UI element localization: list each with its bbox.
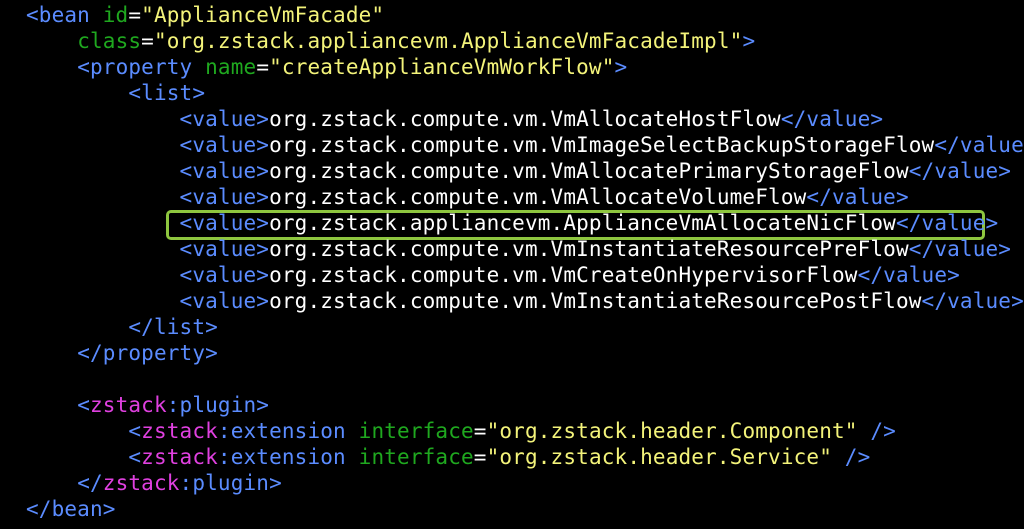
code-token-tag: <value> <box>179 263 270 287</box>
code-editor: <bean id="ApplianceVmFacade" class="org.… <box>0 0 1024 529</box>
code-token-tag: </value> <box>806 185 909 209</box>
code-token-tag: </bean> <box>26 497 116 521</box>
code-line: <zstack:extension interface="org.zstack.… <box>26 444 870 470</box>
code-token-tag: </list> <box>128 315 218 339</box>
code-token-text: org.zstack.compute.vm.VmCreateOnHypervis… <box>269 263 858 287</box>
code-token-tag: </value> <box>908 159 1012 183</box>
code-token-text: = <box>141 29 154 53</box>
code-line: <value>org.zstack.compute.vm.VmAllocateV… <box>26 184 909 210</box>
code-token-tag: </value> <box>780 107 884 131</box>
code-token-tag: </value> <box>908 237 1012 261</box>
code-token-text: = <box>128 3 142 27</box>
code-token-tag: <value> <box>179 289 270 313</box>
code-token-tag: <value> <box>179 211 270 235</box>
code-token-text: org.zstack.compute.vm.VmAllocateVolumeFl… <box>269 185 807 209</box>
code-line: <zstack:plugin> <box>26 392 269 418</box>
code-token-value: "ApplianceVmFacade" <box>141 3 385 27</box>
code-token-tag: :extension <box>217 445 359 469</box>
code-token-tag: :extension <box>217 419 359 443</box>
code-token-tag: <value> <box>179 133 270 157</box>
code-token-tag: <value> <box>179 159 270 183</box>
code-token-text: org.zstack.appliancevm.ApplianceVmAlloca… <box>269 211 896 235</box>
code-line: class="org.zstack.appliancevm.ApplianceV… <box>26 28 755 54</box>
code-token-text: org.zstack.compute.vm.VmImageSelectBacku… <box>269 133 935 157</box>
code-token-tag: > <box>742 29 756 53</box>
code-token-value: "createApplianceVmWorkFlow" <box>269 55 615 79</box>
code-token-tag: </value> <box>921 289 1024 313</box>
code-line: <property name="createApplianceVmWorkFlo… <box>26 54 627 80</box>
code-token-tag: <property <box>77 55 206 79</box>
code-token-attr: interface <box>358 419 474 443</box>
code-token-tag: </value> <box>934 133 1024 157</box>
code-token-text: = <box>473 445 487 469</box>
code-token-attr: name <box>205 55 257 79</box>
code-token-tag: /> <box>857 419 896 443</box>
code-line: </property> <box>26 340 218 366</box>
code-line: </list> <box>26 314 218 340</box>
code-token-namespace: zstack <box>141 445 218 469</box>
code-line: <value>org.zstack.compute.vm.VmImageSele… <box>26 132 1024 158</box>
code-token-tag: /> <box>832 445 871 469</box>
code-line: <value>org.zstack.compute.vm.VmInstantia… <box>26 288 1024 314</box>
code-token-text: org.zstack.compute.vm.VmInstantiateResou… <box>269 289 922 313</box>
code-token-text: org.zstack.compute.vm.VmInstantiateResou… <box>269 237 909 261</box>
code-line: <zstack:extension interface="org.zstack.… <box>26 418 896 444</box>
code-token-tag: <list> <box>128 81 206 105</box>
code-token-tag: < <box>128 419 142 443</box>
code-token-text: = <box>256 55 270 79</box>
code-line: <value>org.zstack.compute.vm.VmCreateOnH… <box>26 262 960 288</box>
code-token-tag: <bean <box>26 3 103 27</box>
code-token-tag: </property> <box>77 341 218 365</box>
code-line: <value>org.zstack.compute.vm.VmInstantia… <box>26 236 1011 262</box>
code-token-tag: :plugin> <box>179 471 282 495</box>
code-token-tag: <value> <box>179 237 270 261</box>
code-line: </zstack:plugin> <box>26 470 282 496</box>
code-token-tag: :plugin> <box>166 393 270 417</box>
code-token-tag: </value> <box>857 263 960 287</box>
code-token-value: "org.zstack.appliancevm.ApplianceVmFacad… <box>153 29 743 53</box>
code-token-text: org.zstack.compute.vm.VmAllocatePrimaryS… <box>269 159 909 183</box>
code-token-text: org.zstack.compute.vm.VmAllocateHostFlow <box>269 107 781 131</box>
code-token-value: "org.zstack.header.Component" <box>486 419 858 443</box>
code-token-value: "org.zstack.header.Service" <box>486 445 833 469</box>
code-line: <value>org.zstack.compute.vm.VmAllocateP… <box>26 158 1011 184</box>
code-token-namespace: zstack <box>141 419 218 443</box>
code-token-namespace: zstack <box>89 393 167 417</box>
code-token-tag: < <box>77 393 90 417</box>
code-line: </bean> <box>26 496 116 522</box>
code-line: <value>org.zstack.compute.vm.VmAllocateH… <box>26 106 884 132</box>
code-token-tag: </ <box>77 471 103 495</box>
code-token-namespace: zstack <box>102 471 180 495</box>
code-token-tag: </value> <box>895 211 999 235</box>
code-token-tag: < <box>128 445 142 469</box>
code-line: <bean id="ApplianceVmFacade" <box>26 2 384 28</box>
code-token-tag: <value> <box>179 107 270 131</box>
code-token-attr: interface <box>358 445 474 469</box>
code-line-highlighted: <value>org.zstack.appliancevm.ApplianceV… <box>26 210 999 236</box>
code-token-attr: id <box>102 3 129 27</box>
code-token-text: = <box>473 419 487 443</box>
code-line: <list> <box>26 80 205 106</box>
code-token-tag: > <box>614 55 628 79</box>
code-token-attr: class <box>77 29 142 53</box>
code-token-tag: <value> <box>179 185 270 209</box>
